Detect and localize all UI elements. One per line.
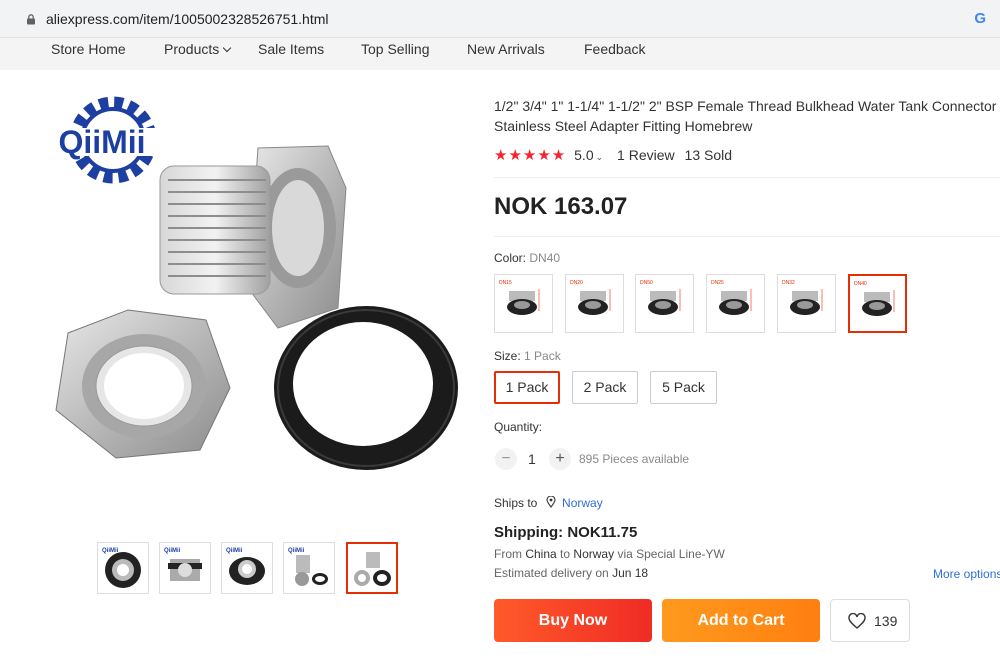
sold-count: 13 Sold [684,147,733,163]
divider [494,177,1000,178]
svg-text:QiiMii: QiiMii [226,548,243,554]
color-option-dn20[interactable]: DN20 [565,274,624,333]
browser-toolbar: aliexpress.com/item/1005002328526751.htm… [0,0,1000,38]
url-text: aliexpress.com/item/1005002328526751.htm… [46,11,329,27]
estimated-delivery: Estimated delivery on Jun 18 [494,566,648,580]
rubber-gasket [274,306,458,470]
thumbnail-4[interactable]: QiiMii [283,542,335,594]
address-bar[interactable]: aliexpress.com/item/1005002328526751.htm… [6,6,996,32]
color-option-dn32[interactable]: DN32 [777,274,836,333]
lock-icon [27,14,35,25]
nav-feedback[interactable]: Feedback [584,41,645,57]
wishlist-count: 139 [874,613,898,629]
svg-text:DN50: DN50 [640,280,653,286]
color-option-image: DN25 [711,280,752,315]
from-prefix: From [494,547,522,561]
chevron-down-icon: ⌄ [595,152,604,162]
svg-text:DN25: DN25 [711,280,724,286]
svg-text:DN32: DN32 [782,280,795,286]
thumbnail-2[interactable]: QiiMii [159,542,211,594]
nav-new-arrivals[interactable]: New Arrivals [467,41,545,57]
color-option-image: DN15 [499,280,540,315]
rating-value[interactable]: 5.0 [574,147,593,163]
quantity-increase-button[interactable]: + [549,448,571,470]
svg-text:DN20: DN20 [570,280,583,286]
thumbnail-5[interactable] [346,542,398,594]
wishlist-button[interactable]: 139 [830,599,910,642]
nav-top-selling[interactable]: Top Selling [361,41,430,57]
ships-to-country[interactable]: Norway [562,496,603,510]
svg-text:QiiMii: QiiMii [288,548,305,554]
location-pin-icon [546,495,556,508]
nav-products[interactable]: Products [164,41,232,57]
ships-to-label: Ships to [494,496,538,510]
color-option-dn50[interactable]: DN50 [635,274,694,333]
shipping-route: From China to Norway via Special Line-YW [494,547,725,561]
chevron-down-icon [223,43,232,53]
color-option-dn25[interactable]: DN25 [706,274,765,333]
color-option-dn40[interactable]: DN40 [848,274,907,333]
buy-now-button[interactable]: Buy Now [494,599,652,642]
size-selected-value: 1 Pack [524,349,561,363]
more-shipping-options-link[interactable]: More options [933,567,1000,581]
quantity-value[interactable]: 1 [528,451,536,467]
to-country: Norway [573,547,615,561]
svg-text:DN40: DN40 [854,281,867,287]
product-price: NOK 163.07 [494,193,628,220]
star-rating-icon: ★★★★★ [494,147,567,164]
svg-text:QiiMii: QiiMii [164,548,181,554]
quantity-decrease-button[interactable]: − [495,448,517,470]
size-option-5-pack[interactable]: 5 Pack [650,371,717,404]
thumbnail-strip: QiiMii QiiMii QiiMii QiiMii [97,542,407,596]
rating-row: ★★★★★ 5.0 ⌄ 1 Review 13 Sold [494,146,732,166]
thumbnail-1[interactable]: QiiMii [97,542,149,594]
shipping-method: via Special Line-YW [617,547,725,561]
color-option-image: DN32 [782,280,823,315]
brand-logo: QiiMii [32,96,172,184]
product-title: 1/2" 3/4" 1" 1-1/4" 1-1/2" 2" BSP Female… [494,98,997,134]
delivery-date: Jun 18 [612,566,649,580]
color-label: Color: [494,251,527,265]
review-count[interactable]: 1 Review [617,147,675,163]
delivery-prefix: Estimated delivery on [494,566,609,580]
svg-text:QiiMii: QiiMii [102,548,119,554]
hex-nut [55,309,231,459]
color-selected-value: DN40 [529,251,561,265]
nav-products-label: Products [164,41,220,57]
ships-to-row: Ships to Norway [494,495,603,510]
quantity-available: 895 Pieces available [579,452,690,466]
to-prefix: to [560,547,571,561]
color-option-dn15[interactable]: DN15 [494,274,553,333]
main-product-image[interactable]: QiiMii [28,88,464,508]
color-option-image: DN40 [854,281,895,316]
nav-sale-items[interactable]: Sale Items [258,41,324,57]
bulkhead-fitting [159,145,347,329]
color-label-row: Color: DN40 [494,251,560,265]
nav-store-home[interactable]: Store Home [51,41,126,57]
thumbnail-3[interactable]: QiiMii [221,542,273,594]
add-to-cart-button[interactable]: Add to Cart [662,599,820,642]
svg-text:QiiMii: QiiMii [58,124,145,160]
size-option-1-pack[interactable]: 1 Pack [494,371,560,404]
svg-text:DN15: DN15 [499,280,512,286]
size-label: Size: [494,349,521,363]
quantity-label: Quantity: [494,420,543,434]
size-option-2-pack[interactable]: 2 Pack [572,371,638,404]
color-option-image: DN50 [640,280,681,315]
google-icon[interactable]: G [974,10,986,27]
divider [494,236,1000,237]
from-country: China [525,547,557,561]
shipping-cost: Shipping: NOK11.75 [494,524,638,541]
size-label-row: Size: 1 Pack [494,349,561,363]
store-navigation: Store Home Products Sale Items Top Selli… [0,38,1000,70]
heart-icon [848,613,866,629]
color-option-image: DN20 [570,280,611,315]
